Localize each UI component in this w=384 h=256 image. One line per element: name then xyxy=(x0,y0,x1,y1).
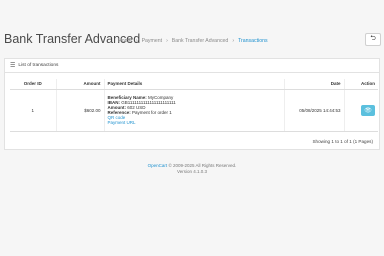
reference-value: Payment for order 1 xyxy=(132,110,172,115)
view-button[interactable]: 👁 xyxy=(361,104,375,116)
panel-heading: ☰ List of transactions xyxy=(5,59,379,73)
list-icon: ☰ xyxy=(10,63,16,69)
transactions-table: Order ID Amount Payment Details Date Act… xyxy=(10,79,378,132)
pagination-summary: Showing 1 to 1 of 1 (1 Pages) xyxy=(312,139,373,144)
payment-details-cell: Beneficiary Name: MyCompany IBAN: GB1111… xyxy=(103,89,284,132)
column-amount[interactable]: Amount xyxy=(55,79,104,90)
breadcrumb-separator: › xyxy=(166,38,168,44)
column-action: Action xyxy=(343,79,378,90)
breadcrumb-transactions[interactable]: Transactions xyxy=(238,38,268,44)
eye-icon: 👁 xyxy=(364,107,372,114)
payment-url-link[interactable]: Payment URL xyxy=(108,120,136,125)
breadcrumb: Home › Payment › Bank Transfer Advanced … xyxy=(118,38,268,44)
back-arrow-icon: ⮌ xyxy=(370,35,376,42)
breadcrumb-payment[interactable]: Payment xyxy=(142,38,162,44)
order-id-cell: 1 xyxy=(10,89,56,132)
footer: OpenCart © 2009-2025 All Rights Reserved… xyxy=(0,163,384,175)
table-header-row: Order ID Amount Payment Details Date Act… xyxy=(10,79,378,90)
footer-version: Version 4.1.0.3 xyxy=(176,169,208,174)
back-button[interactable]: ⮌ xyxy=(365,33,381,46)
page-header: Bank Transfer Advanced Home › Payment › … xyxy=(0,0,384,52)
table-row: 1 $602.00 Beneficiary Name: MyCompany IB… xyxy=(10,89,378,132)
breadcrumb-bank-transfer[interactable]: Bank Transfer Advanced xyxy=(172,38,229,44)
breadcrumb-separator: › xyxy=(232,38,235,44)
footer-brand-link[interactable]: OpenCart xyxy=(148,163,168,168)
amount-cell: $602.00 xyxy=(55,89,104,132)
panel-title: List of transactions xyxy=(18,63,59,68)
column-payment-details: Payment Details xyxy=(103,79,284,90)
action-cell: 👁 xyxy=(343,89,378,132)
date-cell: 05/08/2025 14:44:53 xyxy=(283,89,344,132)
transactions-panel: ☰ List of transactions Order ID Amount P… xyxy=(4,58,380,150)
breadcrumb-home[interactable]: Home xyxy=(118,38,132,44)
breadcrumb-separator: › xyxy=(135,38,138,44)
footer-copyright: © 2009-2025 All Rights Reserved. xyxy=(168,163,237,168)
column-order-id[interactable]: Order ID xyxy=(10,79,56,90)
column-date[interactable]: Date xyxy=(283,79,344,90)
